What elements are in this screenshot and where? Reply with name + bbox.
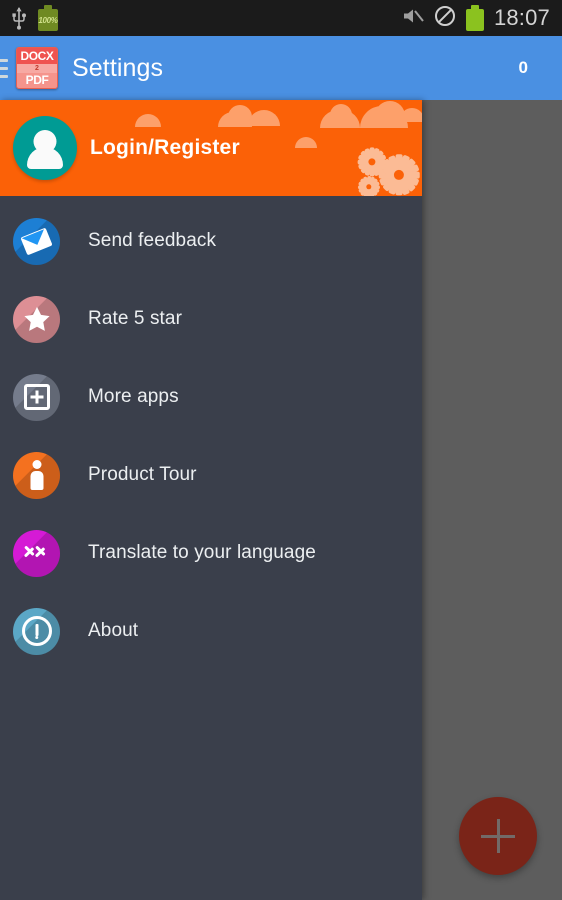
- volume-mute-icon: [402, 6, 424, 31]
- app-bar: DOCX 2 PDF Settings 0: [0, 36, 562, 100]
- hamburger-menu-icon[interactable]: [0, 58, 8, 78]
- drawer-item-more-apps[interactable]: More apps: [0, 358, 422, 436]
- envelope-icon: [13, 217, 60, 265]
- drawer-item-product-tour[interactable]: Product Tour: [0, 436, 422, 514]
- page-title: Settings: [72, 53, 164, 82]
- app-icon-mid-text: 2: [17, 63, 57, 73]
- usb-icon: [10, 6, 28, 30]
- drawer-item-label: Rate 5 star: [88, 308, 183, 329]
- drawer-item-label: Translate to your language: [88, 542, 316, 563]
- status-bar-right-icons: 18:07: [402, 5, 550, 32]
- exclamation-circle-icon: [13, 607, 60, 655]
- battery-icon: [465, 5, 484, 31]
- drawer-header-login-register[interactable]: Login/Register: [0, 100, 422, 196]
- gear-decoration: [357, 147, 387, 177]
- clock-time: 18:07: [493, 5, 550, 30]
- cloud-decoration: [330, 104, 352, 118]
- status-bar: 100% 18:07: [0, 0, 562, 36]
- do-not-disturb-icon: [434, 5, 456, 32]
- battery-charging-icon: 100%: [38, 5, 58, 31]
- drawer-item-translate[interactable]: Translate to your language: [0, 514, 422, 592]
- login-register-label: Login/Register: [90, 136, 240, 159]
- app-icon-bottom-text: PDF: [17, 72, 57, 88]
- navigation-drawer: Login/Register Send feedback Rate 5 star…: [0, 100, 422, 900]
- drawer-item-about[interactable]: About: [0, 592, 422, 670]
- drawer-item-label: More apps: [88, 386, 179, 407]
- drawer-item-send-feedback[interactable]: Send feedback: [0, 202, 422, 280]
- star-icon: [13, 295, 60, 343]
- square-plus-icon: [13, 373, 60, 421]
- gear-decoration: [378, 154, 420, 196]
- file-counter-badge[interactable]: 0: [519, 58, 528, 78]
- add-file-fab-button[interactable]: [459, 797, 537, 875]
- status-bar-left-icons: 100%: [10, 5, 58, 31]
- docx2pdf-app-icon[interactable]: DOCX 2 PDF: [16, 47, 58, 89]
- drawer-item-label: About: [88, 620, 139, 641]
- cloud-decoration: [248, 110, 280, 126]
- drawer-item-label: Product Tour: [88, 464, 197, 485]
- cloud-decoration: [228, 105, 252, 119]
- battery-percent-label: 100%: [38, 16, 58, 25]
- user-avatar-icon[interactable]: [13, 116, 77, 180]
- drawer-menu-list: Send feedback Rate 5 star More apps Prod…: [0, 196, 422, 670]
- cloud-decoration: [135, 114, 161, 127]
- plus-icon-vertical: [496, 819, 500, 853]
- cloud-decoration: [400, 108, 422, 122]
- gear-decoration: [358, 176, 380, 196]
- drawer-item-rate-5-star[interactable]: Rate 5 star: [0, 280, 422, 358]
- app-icon-top-text: DOCX: [17, 48, 57, 64]
- phone-screen: 100% 18:07 DOCX 2 PDF Settings 0 Login/R…: [0, 0, 562, 900]
- person-icon: [13, 451, 60, 499]
- double-chevron-icon: [13, 529, 60, 577]
- cloud-decoration: [295, 137, 317, 148]
- drawer-item-label: Send feedback: [88, 230, 217, 251]
